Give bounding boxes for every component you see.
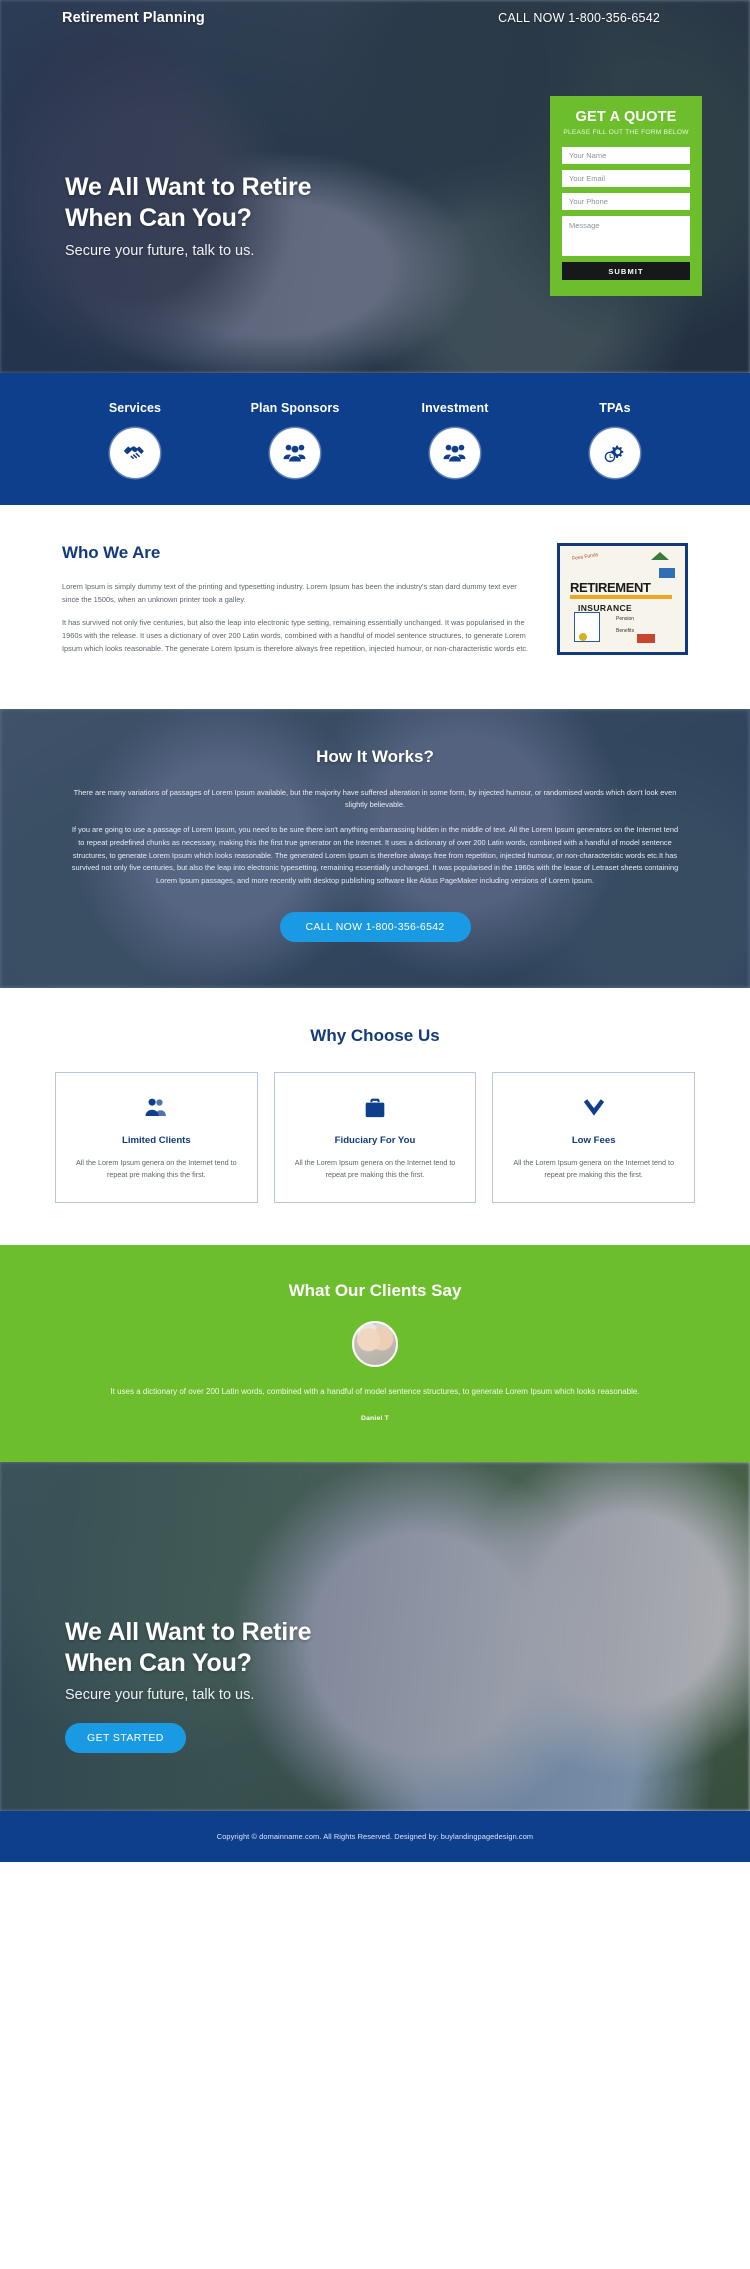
briefcase-icon: [289, 1093, 462, 1123]
two-users-icon: [70, 1093, 243, 1123]
service-label: Services: [108, 400, 162, 415]
who-we-are-paragraph-2: It has survived not only five centuries,…: [62, 618, 529, 653]
cta-section: We All Want to Retire When Can You? Secu…: [0, 1462, 750, 1811]
quote-form: GET A QUOTE PLEASE FILL OUT THE FORM BEL…: [550, 96, 702, 296]
who-we-are-title: Who We Are: [62, 543, 161, 562]
message-textarea[interactable]: [562, 216, 690, 256]
illustration-underline: [570, 595, 672, 599]
feature-card-limited-clients: Limited Clients All the Lorem Ipsum gene…: [55, 1071, 258, 1203]
phone-input[interactable]: [562, 193, 690, 210]
hero-headline-line-1: We All Want to Retire: [65, 173, 312, 201]
retirement-insurance-illustration: Fees Funds RETIREMENT INSURANCE Pension …: [557, 543, 688, 655]
call-now-button[interactable]: CALL NOW 1-800-356-6542: [279, 911, 471, 942]
footer-copyright: Copyright © domainname.com. All Rights R…: [216, 1832, 534, 1841]
feature-card-title: Fiduciary For You: [334, 1134, 416, 1146]
hero-section: Retirement Planning CALL NOW 1-800-356-6…: [0, 0, 750, 373]
how-it-works-paragraph-1: There are many variations of passages of…: [73, 787, 677, 810]
why-choose-us-title: Why Choose Us: [310, 1025, 440, 1045]
quote-form-subtitle: PLEASE FILL OUT THE FORM BELOW: [563, 129, 689, 136]
who-we-are-section: Who We Are Lorem Ipsum is simply dummy t…: [0, 505, 750, 709]
top-bar: Retirement Planning CALL NOW 1-800-356-6…: [0, 10, 750, 26]
call-now-link[interactable]: CALL NOW 1-800-356-6542: [498, 11, 660, 25]
service-label: TPAs: [599, 400, 631, 415]
why-choose-us-section: Why Choose Us Limited Clients All the Lo…: [0, 987, 750, 1245]
how-it-works-paragraph-2: If you are going to use a passage of Lor…: [71, 825, 679, 886]
house-icon: [651, 552, 669, 560]
testimonial-quote: It uses a dictionary of over 200 Latin w…: [110, 1387, 640, 1396]
feature-card-title: Low Fees: [571, 1134, 616, 1146]
email-input[interactable]: [562, 170, 690, 187]
brand-logo[interactable]: Retirement Planning: [62, 10, 205, 26]
how-it-works-title: How It Works?: [316, 746, 434, 766]
illustration-word-pension: Pension: [616, 616, 635, 622]
service-item-investment[interactable]: Investment: [380, 401, 530, 478]
testimonial-title: What Our Clients Say: [288, 1281, 462, 1300]
cta-headline: We All Want to Retire When Can You?: [65, 1617, 750, 1679]
feature-card-text: All the Lorem Ipsum genera on the Intern…: [294, 1157, 456, 1180]
service-item-plan-sponsors[interactable]: Plan Sponsors: [220, 401, 370, 478]
illustration-block-blue: [659, 568, 675, 578]
feature-card-low-fees: Low Fees All the Lorem Ipsum genera on t…: [492, 1071, 696, 1203]
get-started-button[interactable]: GET STARTED: [65, 1723, 186, 1753]
cta-headline-line-2: When Can You?: [65, 1649, 252, 1677]
illustration-word-retirement: RETIREMENT: [570, 580, 651, 595]
people-group-icon: [430, 427, 480, 478]
hero-headline-line-2: When Can You?: [65, 204, 252, 232]
service-label: Plan Sponsors: [250, 400, 340, 415]
who-we-are-paragraph-1: Lorem Ipsum is simply dummy text of the …: [62, 582, 517, 604]
testimonial-author: Daniel T: [360, 1415, 390, 1422]
feature-card-text: All the Lorem Ipsum genera on the Intern…: [76, 1157, 237, 1180]
testimonial-section: What Our Clients Say It uses a dictionar…: [0, 1245, 750, 1462]
chevron-down-icon: [507, 1093, 680, 1123]
services-bar: Services Plan Sponsors Investment TPAs: [0, 373, 750, 505]
cta-subheadline: Secure your future, talk to us.: [65, 1687, 255, 1703]
landing-page: Retirement Planning CALL NOW 1-800-356-6…: [0, 0, 750, 1862]
certificate-icon: [574, 612, 600, 642]
feature-card-text: All the Lorem Ipsum genera on the Intern…: [513, 1157, 674, 1180]
hero-copy: We All Want to Retire When Can You? Secu…: [65, 172, 311, 259]
submit-button[interactable]: SUBMIT: [562, 262, 690, 280]
hero-headline: We All Want to Retire When Can You?: [65, 172, 311, 234]
name-input[interactable]: [562, 147, 690, 164]
gear-clock-icon: [590, 427, 640, 478]
service-item-tpas[interactable]: TPAs: [540, 401, 690, 478]
quote-form-title: GET A QUOTE: [575, 109, 677, 125]
service-label: Investment: [421, 400, 489, 415]
testimonial-avatar: [352, 1321, 398, 1367]
footer: Copyright © domainname.com. All Rights R…: [0, 1811, 750, 1862]
illustration-word-benefits: Benefits: [616, 628, 635, 634]
illustration-block-red: [637, 634, 655, 643]
feature-card-title: Limited Clients: [121, 1134, 191, 1146]
service-item-services[interactable]: Services: [60, 401, 210, 478]
how-it-works-section: How It Works? There are many variations …: [0, 708, 750, 988]
feature-card-fiduciary-for-you: Fiduciary For You All the Lorem Ipsum ge…: [273, 1071, 477, 1203]
handshake-icon: [110, 427, 160, 478]
people-group-icon: [270, 427, 320, 478]
hero-subheadline: Secure your future, talk to us.: [65, 243, 255, 259]
cta-headline-line-1: We All Want to Retire: [65, 1618, 312, 1646]
